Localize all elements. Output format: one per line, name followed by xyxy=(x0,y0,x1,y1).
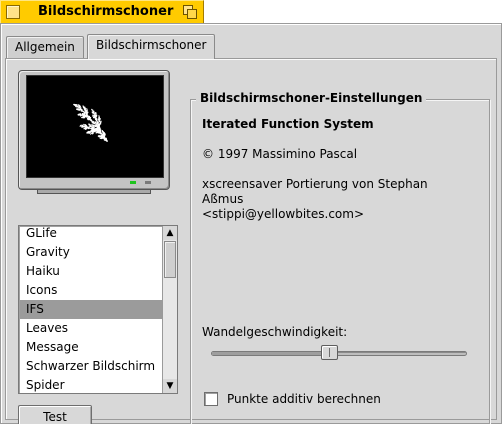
list-item-selected[interactable]: IFS xyxy=(20,300,162,319)
test-button[interactable]: Test xyxy=(18,405,92,424)
tab-content: GLife Gravity Haiku Icons IFS Leaves Mes… xyxy=(5,58,497,424)
settings-group-title: Bildschirmschoner-Einstellungen xyxy=(196,91,427,105)
zoom-button[interactable] xyxy=(183,5,198,20)
scroll-up-icon[interactable]: ▲ xyxy=(163,226,177,240)
speed-slider-fill xyxy=(212,352,326,355)
ifs-fractal-preview xyxy=(73,103,108,142)
port-credit-line: Aßmus xyxy=(202,192,244,206)
close-button[interactable] xyxy=(6,5,20,19)
monitor-base xyxy=(37,190,151,194)
port-credit-email: <stippi@yellowbites.com> xyxy=(202,207,365,221)
speed-label: Wandelgeschwindigkeit: xyxy=(202,325,348,339)
tab-allgemein[interactable]: Allgemein xyxy=(6,36,84,58)
port-credit-line: xscreensaver Portierung von Stephan xyxy=(202,177,428,191)
copyright-text: © 1997 Massimino Pascal xyxy=(202,147,358,161)
window-body: GLife Gravity Haiku Icons IFS Leaves Mes… xyxy=(0,23,502,424)
additive-checkbox[interactable] xyxy=(204,392,218,406)
tab-bildschirmschoner[interactable]: Bildschirmschoner xyxy=(87,34,216,59)
list-item[interactable]: GLife xyxy=(20,226,162,243)
window-title: Bildschirmschoner xyxy=(38,4,174,19)
list-item[interactable]: Gravity xyxy=(20,243,162,262)
list-item[interactable]: Icons xyxy=(20,281,162,300)
screensaver-list[interactable]: GLife Gravity Haiku Icons IFS Leaves Mes… xyxy=(18,225,178,394)
additive-checkbox-label: Punkte additiv berechnen xyxy=(227,392,381,406)
list-scrollbar[interactable]: ▲ ▼ xyxy=(162,226,177,393)
list-item[interactable]: Schwarzer Bildschirm xyxy=(20,357,162,376)
module-name: Iterated Function System xyxy=(202,117,374,131)
list-item[interactable]: Leaves xyxy=(20,319,162,338)
preview-screen xyxy=(26,75,164,178)
preview-monitor xyxy=(18,70,170,190)
fractal-points xyxy=(73,103,108,142)
window-title-tab[interactable]: Bildschirmschoner xyxy=(0,0,204,23)
scroll-thumb[interactable] xyxy=(164,241,176,278)
power-led-icon xyxy=(130,181,136,184)
list-item[interactable]: Message xyxy=(20,338,162,357)
list-item[interactable]: Haiku xyxy=(20,262,162,281)
scroll-down-icon[interactable]: ▼ xyxy=(163,379,177,393)
list-item[interactable]: Spider xyxy=(20,376,162,393)
speed-slider-thumb[interactable] xyxy=(321,345,339,360)
monitor-button-icon xyxy=(145,181,151,184)
